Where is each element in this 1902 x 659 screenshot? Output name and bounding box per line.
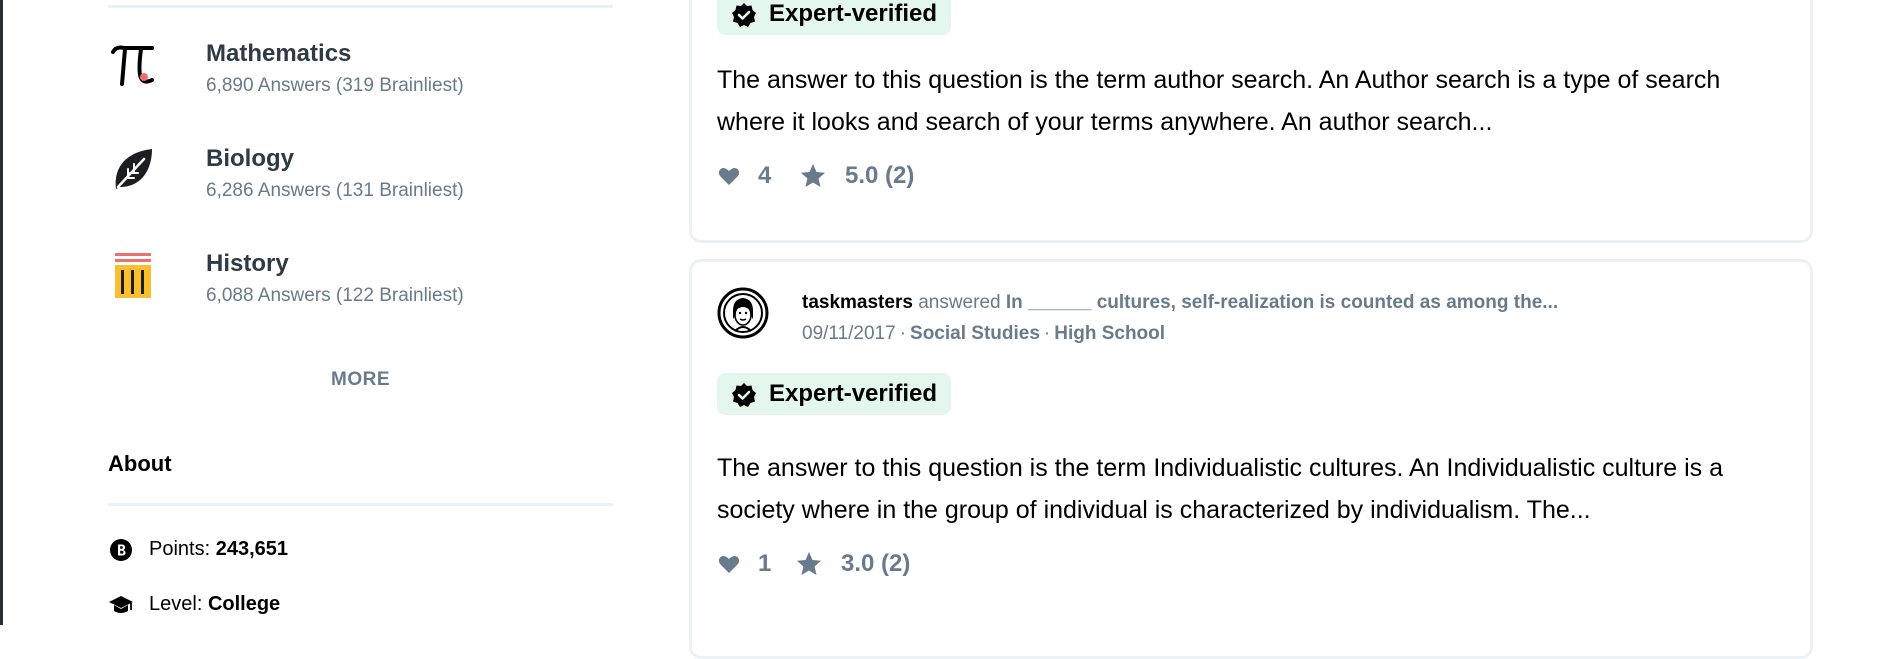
level-value: College <box>207 593 281 615</box>
answer-header: taskmasters answered In ______ cultures,… <box>802 292 1558 314</box>
user-avatar[interactable] <box>717 287 769 339</box>
subject-answer-count: 6,890 Answers (319 Brainliest) <box>206 75 464 96</box>
answer-meta: 09/11/2017 · Social Studies · High School <box>802 323 1165 345</box>
badge-label: Expert-verified <box>769 0 938 27</box>
leaf-icon <box>115 149 152 189</box>
star-icon <box>801 164 825 187</box>
brainly-points-icon <box>110 539 132 561</box>
verified-seal-icon <box>732 383 756 407</box>
subject-name: Biology <box>206 145 294 172</box>
window-edge <box>0 0 3 625</box>
answer-action-text: answered <box>918 292 1001 313</box>
pi-icon <box>111 45 154 86</box>
subject-item-history[interactable]: History 6,088 Answers (122 Brainliest) <box>108 250 613 320</box>
top-divider <box>108 5 613 8</box>
column-icon <box>115 253 151 298</box>
subject-item-biology[interactable]: Biology 6,286 Answers (131 Brainliest) <box>108 145 613 215</box>
star-icon <box>797 552 821 575</box>
answer-card[interactable]: taskmasters answered In ______ cultures,… <box>689 259 1813 659</box>
points-text: Points: 243,651 <box>149 538 288 561</box>
subject-link[interactable]: Social Studies <box>910 323 1040 344</box>
subject-answer-count: 6,286 Answers (131 Brainliest) <box>206 180 464 201</box>
like-count: 1 <box>758 550 772 577</box>
username-link[interactable]: taskmasters <box>802 292 913 313</box>
points-label: Points: <box>149 538 211 560</box>
graduation-cap-icon <box>109 596 133 613</box>
points-value: 243,651 <box>215 538 289 560</box>
subject-name: Mathematics <box>206 40 352 67</box>
level-text: Level: College <box>149 593 280 616</box>
answer-card[interactable]: Expert-verified The answer to this quest… <box>689 0 1813 243</box>
expert-verified-badge: Expert-verified <box>717 0 952 35</box>
answer-excerpt: The answer to this question is the term … <box>717 66 1721 136</box>
level-link[interactable]: High School <box>1054 323 1165 344</box>
subject-name: History <box>206 250 289 277</box>
question-link[interactable]: In ______ cultures, self-realization is … <box>1006 292 1558 313</box>
answer-excerpt: The answer to this question is the term … <box>717 454 1724 524</box>
heart-icon[interactable] <box>717 552 741 576</box>
meta-separator: · <box>899 323 907 344</box>
about-divider <box>108 503 613 506</box>
rating-value: 3.0 (2) <box>841 550 911 577</box>
subject-item-mathematics[interactable]: Mathematics 6,890 Answers (319 Brainlies… <box>108 40 613 110</box>
subject-answer-count: 6,088 Answers (122 Brainliest) <box>206 285 464 306</box>
badge-label: Expert-verified <box>769 380 938 407</box>
heart-icon[interactable] <box>717 164 741 188</box>
more-subjects-button[interactable]: MORE <box>108 369 613 391</box>
about-heading: About <box>108 451 172 476</box>
level-label: Level: <box>149 593 203 615</box>
answer-date: 09/11/2017 <box>802 323 896 344</box>
like-count: 4 <box>758 162 772 189</box>
rating-value: 5.0 (2) <box>845 162 915 189</box>
verified-seal-icon <box>732 3 756 27</box>
meta-separator: · <box>1043 323 1051 344</box>
expert-verified-badge: Expert-verified <box>717 373 952 415</box>
